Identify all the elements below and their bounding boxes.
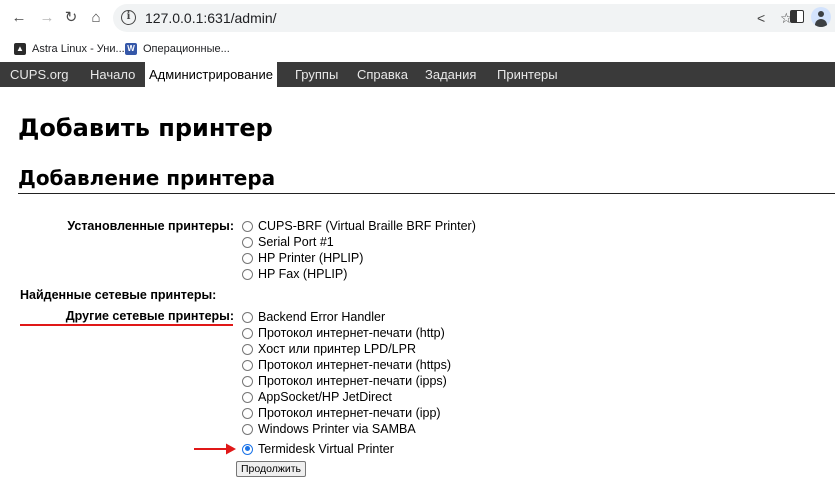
bookmark-operating-systems[interactable]: W Операционные...: [125, 40, 230, 58]
tab-printers[interactable]: Принтеры: [493, 62, 562, 87]
radio-button[interactable]: [242, 236, 253, 248]
tab-administration[interactable]: Администрирование: [145, 62, 277, 87]
address-bar[interactable]: i 127.0.0.1:631/admin/ < ☆: [113, 4, 835, 32]
radio-option-appsocket[interactable]: AppSocket/HP JetDirect: [242, 389, 392, 405]
home-icon[interactable]: ⌂: [87, 9, 105, 27]
radio-option-serial-port[interactable]: Serial Port #1: [242, 234, 334, 250]
option-label: Протокол интернет-печати (ipp): [258, 406, 441, 420]
red-arrow-annotation-icon: [194, 443, 236, 455]
continue-button[interactable]: Продолжить: [236, 461, 307, 477]
browser-toolbar: ← → ↻ ⌂ i 127.0.0.1:631/admin/ < ☆ ⋮: [0, 0, 835, 36]
radio-button[interactable]: [242, 252, 253, 264]
radio-option-samba[interactable]: Windows Printer via SAMBA: [242, 421, 416, 437]
radio-button[interactable]: [242, 407, 253, 419]
page-title: Добавить принтер: [18, 114, 273, 142]
radio-button[interactable]: [242, 423, 253, 435]
other-printers-label: Другие сетевые принтеры:: [65, 309, 234, 323]
radio-button[interactable]: [242, 220, 253, 232]
discovered-printers-label: Найденные сетевые принтеры:: [20, 288, 217, 302]
tab-home[interactable]: Начало: [86, 62, 139, 87]
radio-button[interactable]: [242, 268, 253, 280]
radio-button[interactable]: [242, 311, 253, 323]
bookmark-label: Astra Linux - Уни...: [32, 43, 125, 55]
radio-option-termidesk[interactable]: Termidesk Virtual Printer: [242, 441, 394, 457]
radio-option-ipp-http[interactable]: Протокол интернет-печати (http): [242, 325, 445, 341]
radio-option-hp-fax[interactable]: HP Fax (HPLIP): [242, 266, 347, 282]
tab-help[interactable]: Справка: [353, 62, 412, 87]
radio-option-ipp-ipps[interactable]: Протокол интернет-печати (ipps): [242, 373, 447, 389]
section-heading: Добавление принтера: [18, 166, 276, 190]
profile-avatar-icon[interactable]: [811, 7, 831, 27]
cups-nav-bar: CUPS.org Начало Администрирование Группы…: [0, 62, 835, 87]
radio-button-selected[interactable]: [242, 443, 253, 455]
option-label: Windows Printer via SAMBA: [258, 422, 416, 436]
forward-arrow-icon[interactable]: →: [38, 9, 56, 27]
radio-option-ipp-https[interactable]: Протокол интернет-печати (https): [242, 357, 451, 373]
address-url[interactable]: 127.0.0.1:631/admin/: [145, 10, 277, 26]
radio-option-hp-printer[interactable]: HP Printer (HPLIP): [242, 250, 363, 266]
radio-option-ipp[interactable]: Протокол интернет-печати (ipp): [242, 405, 441, 421]
radio-button[interactable]: [242, 343, 253, 355]
option-label: HP Fax (HPLIP): [258, 267, 348, 281]
share-icon[interactable]: <: [757, 10, 765, 26]
radio-button[interactable]: [242, 327, 253, 339]
reload-icon[interactable]: ↻: [62, 9, 80, 27]
radio-button[interactable]: [242, 375, 253, 387]
radio-button[interactable]: [242, 359, 253, 371]
option-label: Serial Port #1: [258, 235, 334, 249]
side-panel-icon[interactable]: [790, 10, 804, 23]
bookmark-label: Операционные...: [143, 43, 230, 55]
tab-groups[interactable]: Группы: [291, 62, 342, 87]
w-favicon-icon: W: [125, 43, 137, 55]
back-arrow-icon[interactable]: ←: [10, 9, 28, 27]
site-info-icon[interactable]: i: [121, 10, 136, 25]
radio-option-lpd-lpr[interactable]: Хост или принтер LPD/LPR: [242, 341, 416, 357]
radio-option-backend-error-handler[interactable]: Backend Error Handler: [242, 309, 385, 325]
tab-cups-org[interactable]: CUPS.org: [6, 62, 73, 87]
option-label: HP Printer (HPLIP): [258, 251, 364, 265]
bookmark-astra-linux[interactable]: ▲ Astra Linux - Уни...: [14, 40, 125, 58]
option-label: Протокол интернет-печати (https): [258, 358, 452, 372]
heading-divider: [18, 193, 835, 194]
option-label: AppSocket/HP JetDirect: [258, 390, 392, 404]
tab-jobs[interactable]: Задания: [421, 62, 480, 87]
red-underline-annotation: [20, 324, 233, 326]
bookmarks-bar: ▲ Astra Linux - Уни... W Операционные...: [0, 36, 835, 62]
radio-button[interactable]: [242, 391, 253, 403]
installed-printers-label: Установленные принтеры:: [67, 219, 234, 233]
option-label: Протокол интернет-печати (http): [258, 326, 445, 340]
option-label: Хост или принтер LPD/LPR: [258, 342, 417, 356]
astra-favicon-icon: ▲: [14, 43, 26, 55]
radio-option-cups-brf[interactable]: CUPS-BRF (Virtual Braille BRF Printer): [242, 218, 476, 234]
option-label: CUPS-BRF (Virtual Braille BRF Printer): [258, 219, 476, 233]
option-label: Termidesk Virtual Printer: [258, 442, 394, 456]
option-label: Протокол интернет-печати (ipps): [258, 374, 447, 388]
option-label: Backend Error Handler: [258, 310, 386, 324]
